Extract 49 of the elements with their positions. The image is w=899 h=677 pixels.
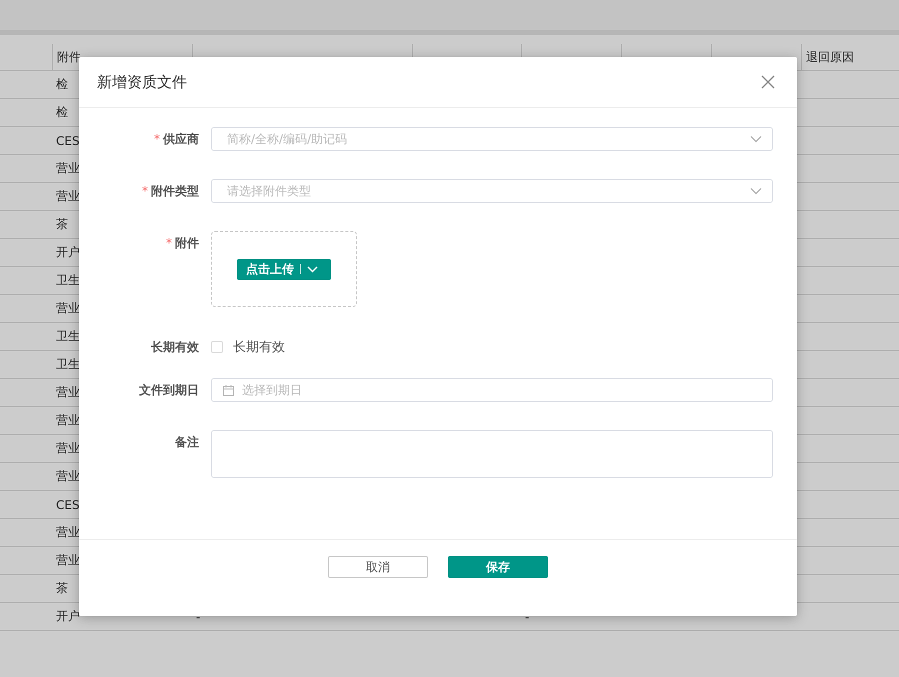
table-cell: 卫生 xyxy=(56,356,80,373)
chevron-down-icon xyxy=(750,187,762,195)
field-label: 供应商 xyxy=(163,131,199,148)
column-header: 附件 xyxy=(57,48,81,66)
chevron-down-icon xyxy=(750,135,762,143)
table-cell: 营业 xyxy=(56,188,80,205)
table-cell: 检 xyxy=(56,104,68,121)
table-cell: - xyxy=(525,610,530,624)
notes-field[interactable] xyxy=(211,430,773,478)
table-cell: 卫生 xyxy=(56,272,80,289)
table-cell: 开户 xyxy=(56,608,80,625)
select-field[interactable]: 请选择附件类型 xyxy=(211,179,773,203)
select-field[interactable]: 简称/全称/编码/助记码 xyxy=(211,127,773,151)
close-icon[interactable] xyxy=(761,75,775,89)
save-button[interactable]: 保存 xyxy=(448,556,548,578)
table-cell: 茶 xyxy=(56,216,68,233)
field-label: 附件 xyxy=(175,235,199,252)
table-cell: 营业 xyxy=(56,440,80,457)
table-cell: - xyxy=(196,610,200,624)
chevron-down-icon xyxy=(307,266,318,272)
field-label: 附件类型 xyxy=(151,183,199,200)
field-label: 文件到期日 xyxy=(139,382,199,399)
table-cell: 营业 xyxy=(56,524,80,541)
table-cell: 营业 xyxy=(56,160,80,177)
table-cell: 开户 xyxy=(56,244,80,261)
calendar-icon xyxy=(223,384,234,396)
upload-area[interactable]: 点击上传 xyxy=(211,231,357,307)
table-cell: 卫生 xyxy=(56,328,80,345)
table-cell: 营业 xyxy=(56,384,80,401)
table-cell: 营业 xyxy=(56,468,80,485)
date-field[interactable]: 选择到期日 xyxy=(211,378,773,402)
table-cell: 营业 xyxy=(56,412,80,429)
checkbox[interactable] xyxy=(211,341,223,353)
upload-button[interactable]: 点击上传 xyxy=(237,258,331,280)
dialog-title: 新增资质文件 xyxy=(97,72,187,92)
table-cell: CES xyxy=(56,498,80,512)
required-mark: * xyxy=(142,183,148,200)
table-cell: 检 xyxy=(56,76,68,93)
cancel-button[interactable]: 取消 xyxy=(328,556,428,578)
table-cell: 茶 xyxy=(56,580,68,597)
table-cell: 营业 xyxy=(56,552,80,569)
required-mark: * xyxy=(154,131,160,148)
field-label: 长期有效 xyxy=(151,339,199,356)
field-label: 备注 xyxy=(175,434,199,451)
checkbox-label[interactable]: 长期有效 xyxy=(233,338,285,356)
table-cell: 营业 xyxy=(56,300,80,317)
column-header: 退回原因 xyxy=(806,48,854,66)
table-cell: CES xyxy=(56,134,80,148)
required-mark: * xyxy=(166,235,172,252)
